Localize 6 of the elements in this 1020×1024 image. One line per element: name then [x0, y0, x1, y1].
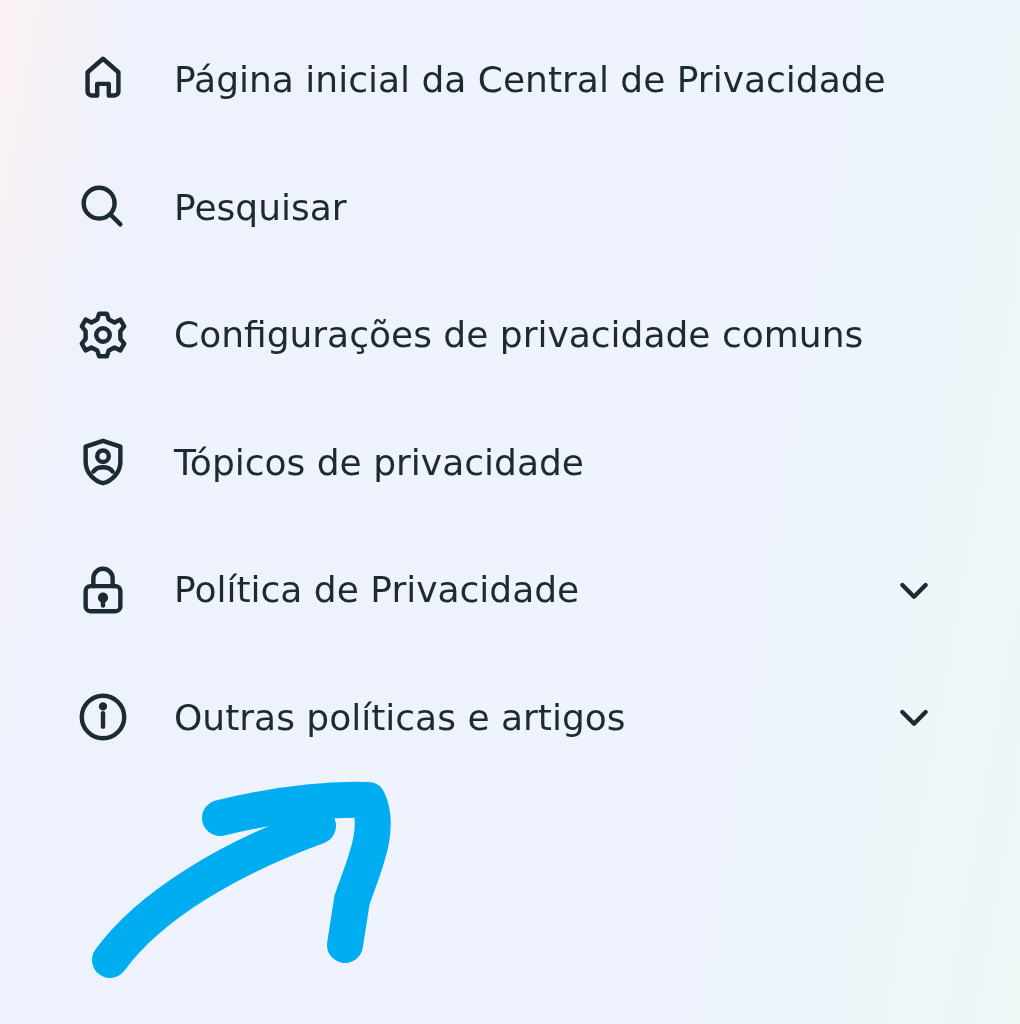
menu-item[interactable]: Outras políticas e artigos [174, 696, 894, 738]
menu-item[interactable]: Página inicial da Central de Privacidade [174, 59, 934, 101]
menu-item[interactable]: Pesquisar [174, 186, 934, 228]
menu-item[interactable]: Configurações de privacidade comuns [174, 314, 934, 356]
menu-item[interactable]: Tópicos de privacidade [174, 441, 934, 483]
menu-item[interactable]: Política de Privacidade [174, 569, 894, 611]
